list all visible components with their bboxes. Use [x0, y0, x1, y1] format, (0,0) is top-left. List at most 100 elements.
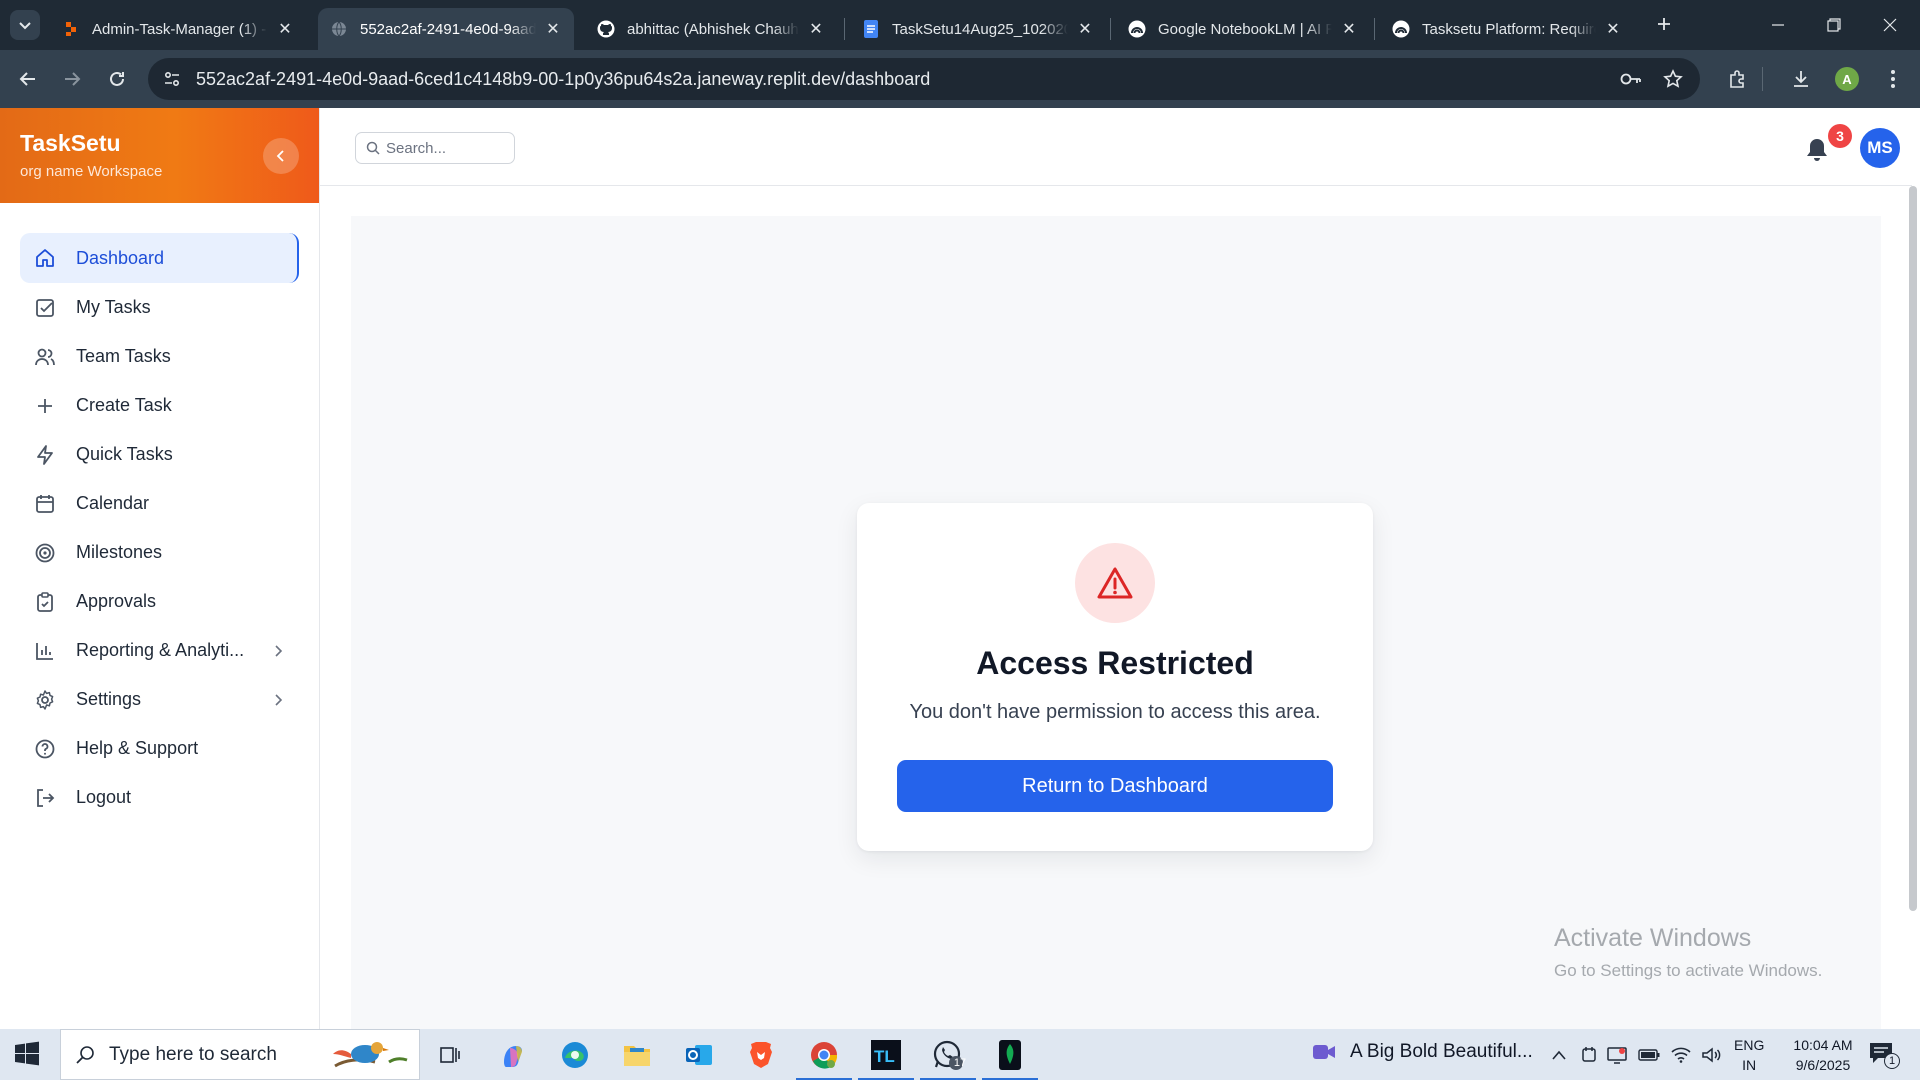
- task-view-button[interactable]: [430, 1035, 470, 1075]
- return-to-dashboard-button[interactable]: Return to Dashboard: [897, 760, 1333, 812]
- forward-button[interactable]: [55, 62, 89, 96]
- system-clock[interactable]: 10:04 AM 9/6/2025: [1776, 1035, 1870, 1075]
- copilot-app[interactable]: [493, 1035, 533, 1075]
- media-widget[interactable]: A Big Bold Beautiful...: [1312, 1041, 1533, 1063]
- close-icon[interactable]: ✕: [807, 20, 825, 38]
- close-icon: [1883, 18, 1897, 32]
- sidebar-nav: Dashboard My Tasks Team Tasks Create Tas…: [0, 203, 319, 822]
- wifi-icon[interactable]: [1670, 1045, 1692, 1065]
- tab-notebooklm[interactable]: Google NotebookLM | AI Research ✕: [1116, 8, 1370, 50]
- meet-now-icon[interactable]: [1578, 1045, 1600, 1065]
- tab-title: Google NotebookLM | AI Research: [1158, 20, 1332, 38]
- browser-menu-icon[interactable]: [1876, 62, 1910, 96]
- close-icon[interactable]: ✕: [276, 20, 294, 38]
- minimize-button[interactable]: [1758, 8, 1798, 42]
- outlook-icon: [686, 1045, 712, 1065]
- sidebar-item-my-tasks[interactable]: My Tasks: [20, 283, 299, 332]
- sidebar-item-calendar[interactable]: Calendar: [20, 479, 299, 528]
- windows-activation-watermark: Activate Windows Go to Settings to activ…: [1554, 924, 1822, 981]
- sidebar-item-reporting[interactable]: Reporting & Analyti...: [20, 626, 299, 675]
- address-bar[interactable]: 552ac2af-2491-4e0d-9aad-6ced1c4148b9-00-…: [148, 58, 1700, 100]
- new-tab-button[interactable]: [1652, 12, 1676, 36]
- home-icon: [34, 247, 56, 269]
- bar-chart-icon: [34, 640, 56, 662]
- restore-button[interactable]: [1814, 8, 1854, 42]
- taskbar-search[interactable]: Type here to search: [60, 1029, 420, 1080]
- browser-tab-strip: Admin-Task-Manager (1) - Replit ✕ 552ac2…: [0, 0, 1920, 50]
- url-text[interactable]: 552ac2af-2491-4e0d-9aad-6ced1c4148b9-00-…: [196, 69, 930, 90]
- close-icon[interactable]: ✕: [1076, 20, 1094, 38]
- app-header: 3 MS: [320, 108, 1912, 186]
- access-message: You don't have permission to access this…: [909, 701, 1321, 723]
- mongodb-leaf-icon: [999, 1040, 1021, 1070]
- tab-google-docs[interactable]: TaskSetu14Aug25_102020.docx ✕: [850, 8, 1106, 50]
- search-input[interactable]: [386, 139, 506, 157]
- sidebar-item-quick-tasks[interactable]: Quick Tasks: [20, 430, 299, 479]
- svg-text:TL: TL: [874, 1047, 895, 1066]
- password-key-icon[interactable]: [1614, 62, 1648, 96]
- language-indicator[interactable]: ENG IN: [1734, 1035, 1764, 1075]
- action-center-button[interactable]: 1: [1868, 1041, 1900, 1069]
- textlocal-app[interactable]: TL: [858, 1035, 914, 1080]
- reload-button[interactable]: [100, 62, 134, 96]
- sidebar-item-label: Dashboard: [76, 247, 165, 268]
- display-icon[interactable]: [1606, 1045, 1628, 1065]
- sidebar-item-logout[interactable]: Logout: [20, 773, 299, 822]
- extensions-icon[interactable]: [1721, 62, 1755, 96]
- site-info-icon[interactable]: [152, 59, 192, 99]
- battery-icon[interactable]: [1638, 1045, 1660, 1065]
- notifications-button[interactable]: [1804, 136, 1830, 164]
- sidebar-item-create-task[interactable]: Create Task: [20, 381, 299, 430]
- search-box[interactable]: [355, 132, 515, 164]
- access-restricted-card: Access Restricted You don't have permiss…: [857, 503, 1373, 851]
- back-button[interactable]: [11, 62, 45, 96]
- close-icon[interactable]: ✕: [1340, 20, 1358, 38]
- tab-search-button[interactable]: [10, 10, 40, 40]
- sidebar-item-team-tasks[interactable]: Team Tasks: [20, 332, 299, 381]
- tab-title: TaskSetu14Aug25_102020.docx: [892, 20, 1068, 38]
- mongodb-compass-app[interactable]: [982, 1035, 1038, 1080]
- brave-app[interactable]: [741, 1035, 781, 1075]
- clock-date: 9/6/2025: [1795, 1057, 1851, 1073]
- bookmark-star-icon[interactable]: [1656, 62, 1690, 96]
- sidebar-item-milestones[interactable]: Milestones: [20, 528, 299, 577]
- profile-avatar: A: [1835, 67, 1859, 91]
- tab-active-dashboard[interactable]: 552ac2af-2491-4e0d-9aad-6ced1c4148b9 ✕: [318, 8, 574, 50]
- close-icon[interactable]: ✕: [1604, 20, 1622, 38]
- logout-icon: [34, 787, 56, 809]
- video-camera-icon: [1313, 1045, 1335, 1059]
- profile-button[interactable]: A: [1830, 62, 1864, 96]
- tray-overflow-icon[interactable]: [1548, 1045, 1570, 1065]
- sidebar-item-approvals[interactable]: Approvals: [20, 577, 299, 626]
- start-button[interactable]: [14, 1041, 40, 1067]
- sidebar-item-label: My Tasks: [76, 297, 151, 317]
- chevron-left-icon: [276, 150, 284, 162]
- collapse-sidebar-button[interactable]: [263, 138, 299, 174]
- notebooklm-icon: [1392, 20, 1410, 38]
- whatsapp-app[interactable]: 17: [920, 1035, 976, 1080]
- close-window-button[interactable]: [1870, 8, 1910, 42]
- tab-tasksetu-requirements[interactable]: Tasksetu Platform: Requirements ✕: [1380, 8, 1634, 50]
- edge-app[interactable]: [555, 1035, 595, 1075]
- clipboard-check-icon: [34, 591, 56, 613]
- user-avatar[interactable]: MS: [1860, 128, 1900, 168]
- sidebar-item-dashboard[interactable]: Dashboard: [20, 233, 299, 283]
- tab-replit-admin[interactable]: Admin-Task-Manager (1) - Replit ✕: [50, 8, 306, 50]
- volume-icon[interactable]: [1700, 1045, 1722, 1065]
- arrow-right-icon: [65, 72, 81, 86]
- sidebar-item-label: Approvals: [76, 591, 157, 611]
- tab-github[interactable]: abhittac (Abhishek Chauhan) ✕: [585, 8, 837, 50]
- outlook-app[interactable]: [679, 1035, 719, 1075]
- tab-separator: [1374, 18, 1375, 40]
- brand-title: TaskSetu: [20, 130, 121, 156]
- sidebar-item-help-support[interactable]: Help & Support: [20, 724, 299, 773]
- brave-lion-icon: [750, 1042, 772, 1068]
- calendar-icon: [34, 493, 56, 515]
- page-scrollbar[interactable]: [1909, 186, 1917, 911]
- file-explorer-app[interactable]: [617, 1035, 657, 1075]
- windows-logo-icon: [15, 1041, 39, 1066]
- close-icon[interactable]: ✕: [544, 20, 562, 38]
- downloads-icon[interactable]: [1784, 62, 1818, 96]
- sidebar-item-settings[interactable]: Settings: [20, 675, 299, 724]
- chrome-app[interactable]: [796, 1035, 852, 1080]
